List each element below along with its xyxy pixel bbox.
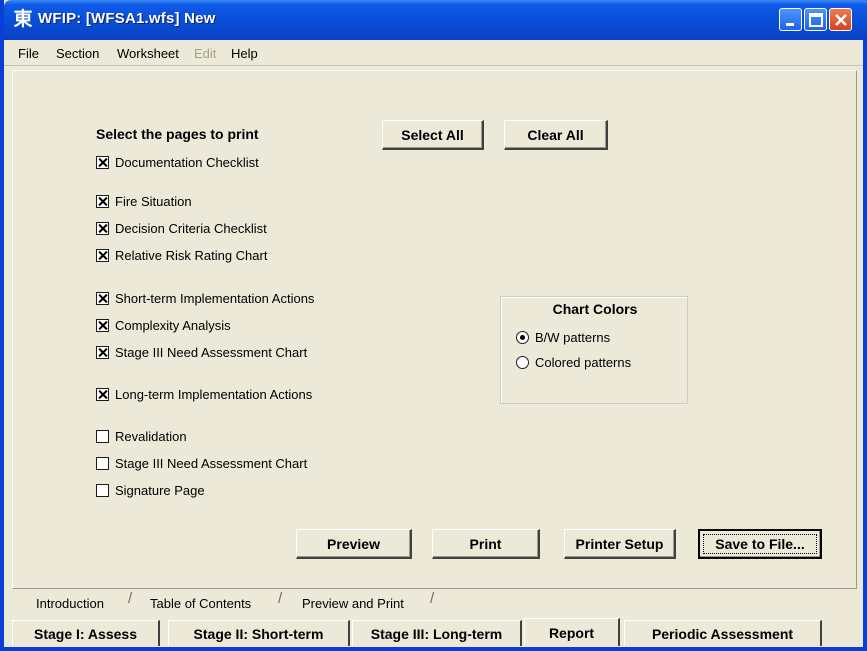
menu-worksheet[interactable]: Worksheet — [117, 46, 179, 61]
tab-stage-3-long-term[interactable]: Stage III: Long-term — [352, 620, 522, 646]
menu-edit[interactable]: Edit — [194, 46, 216, 61]
checkbox-label: Complexity Analysis — [115, 317, 231, 333]
checkbox-icon[interactable] — [96, 194, 109, 208]
radio-icon[interactable] — [516, 355, 529, 369]
checkbox-label: Long-term Implementation Actions — [115, 386, 313, 402]
radio-label: B/W patterns — [535, 329, 611, 345]
checkbox-icon[interactable] — [96, 318, 109, 332]
menu-help[interactable]: Help — [231, 46, 258, 61]
select-all-button[interactable]: Select All — [382, 120, 484, 150]
page-checkbox-stage3-need-chart-2[interactable]: Stage III Need Assessment Chart — [96, 455, 307, 471]
chart-colors-group: Chart Colors — [500, 296, 688, 404]
checkbox-icon[interactable] — [96, 345, 109, 359]
checkbox-label: Relative Risk Rating Chart — [115, 247, 268, 263]
tab-preview-and-print[interactable]: Preview and Print — [302, 592, 404, 614]
sub-tab-bar: Introduction / Table of Contents / Previ… — [12, 590, 857, 614]
checkbox-icon[interactable] — [96, 221, 109, 235]
checkbox-label: Stage III Need Assessment Chart — [115, 344, 308, 360]
page-checkbox-signature-page[interactable]: Signature Page — [96, 482, 205, 498]
preview-button[interactable]: Preview — [296, 529, 412, 559]
tab-periodic-assessment[interactable]: Periodic Assessment — [624, 620, 822, 646]
maximize-icon — [809, 13, 823, 27]
checkbox-icon[interactable] — [96, 456, 109, 470]
checkbox-label: Documentation Checklist — [115, 154, 259, 170]
save-to-file-button[interactable]: Save to File... — [698, 529, 822, 559]
checkbox-label: Fire Situation — [115, 193, 192, 209]
close-icon — [835, 14, 847, 26]
tab-report[interactable]: Report — [524, 618, 620, 646]
clear-all-button[interactable]: Clear All — [504, 120, 608, 150]
tab-stage-2-short-term[interactable]: Stage II: Short-term — [168, 620, 350, 646]
stage-tab-bar: Stage I: Assess Stage II: Short-term Sta… — [12, 616, 857, 647]
tab-table-of-contents[interactable]: Table of Contents — [150, 592, 251, 614]
checkbox-icon[interactable] — [96, 429, 109, 443]
minimize-button[interactable] — [779, 8, 802, 31]
checkbox-icon[interactable] — [96, 248, 109, 262]
tab-stage-1-assess[interactable]: Stage I: Assess — [12, 620, 160, 646]
page-checkbox-relative-risk[interactable]: Relative Risk Rating Chart — [96, 247, 267, 263]
tab-introduction[interactable]: Introduction — [36, 592, 104, 614]
printer-setup-button[interactable]: Printer Setup — [564, 529, 676, 559]
pages-heading: Select the pages to print — [96, 126, 259, 142]
checkbox-label: Revalidation — [115, 428, 187, 444]
radio-bw-patterns[interactable]: B/W patterns — [516, 329, 610, 345]
application-window: 東 WFIP: [WFSA1.wfs] New File Section Wor… — [0, 0, 867, 651]
checkbox-icon[interactable] — [96, 155, 109, 169]
radio-colored-patterns[interactable]: Colored patterns — [516, 354, 631, 370]
page-checkbox-fire-situation[interactable]: Fire Situation — [96, 193, 192, 209]
page-checkbox-revalidation[interactable]: Revalidation — [96, 428, 187, 444]
page-checkbox-long-term-actions[interactable]: Long-term Implementation Actions — [96, 386, 312, 402]
checkbox-label: Signature Page — [115, 482, 205, 498]
print-button[interactable]: Print — [432, 529, 540, 559]
maximize-button[interactable] — [804, 8, 827, 31]
radio-label: Colored patterns — [535, 354, 632, 370]
tab-separator: / — [128, 590, 133, 607]
checkbox-label: Stage III Need Assessment Chart — [115, 455, 308, 471]
page-checkbox-complexity-analysis[interactable]: Complexity Analysis — [96, 317, 231, 333]
page-checkbox-short-term-actions[interactable]: Short-term Implementation Actions — [96, 290, 314, 306]
menu-bar: File Section Worksheet Edit Help — [4, 40, 863, 66]
chart-colors-title: Chart Colors — [552, 301, 638, 317]
checkbox-icon[interactable] — [96, 483, 109, 497]
minimize-icon — [786, 23, 794, 26]
menu-section[interactable]: Section — [56, 46, 99, 61]
window-title: WFIP: [WFSA1.wfs] New — [38, 10, 216, 27]
checkbox-label: Short-term Implementation Actions — [115, 290, 315, 306]
tab-separator: / — [278, 590, 283, 607]
wfip-app-icon[interactable]: 東 — [12, 9, 34, 31]
close-button[interactable] — [829, 8, 852, 31]
checkbox-icon[interactable] — [96, 291, 109, 305]
page-checkbox-stage3-need-chart[interactable]: Stage III Need Assessment Chart — [96, 344, 307, 360]
page-checkbox-decision-criteria[interactable]: Decision Criteria Checklist — [96, 220, 267, 236]
checkbox-label: Decision Criteria Checklist — [115, 220, 267, 236]
radio-icon[interactable] — [516, 330, 529, 344]
checkbox-icon[interactable] — [96, 387, 109, 401]
title-bar[interactable]: 東 WFIP: [WFSA1.wfs] New — [4, 0, 867, 40]
page-checkbox-documentation-checklist[interactable]: Documentation Checklist — [96, 154, 259, 170]
menu-file[interactable]: File — [18, 46, 39, 61]
tab-separator: / — [430, 590, 435, 607]
